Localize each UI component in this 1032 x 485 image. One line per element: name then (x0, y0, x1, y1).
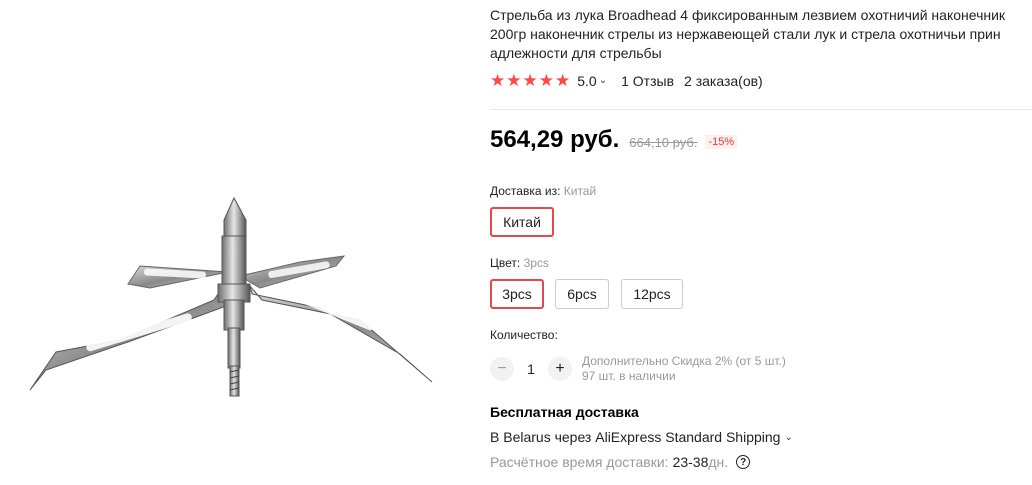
orders-count: 2 заказа(ов) (684, 72, 763, 89)
product-title: Стрельба из лука Broadhead 4 фиксированн… (490, 7, 1006, 61)
rating-value[interactable]: 5.0 (577, 73, 596, 89)
delivery-title: Бесплатная доставка (490, 404, 639, 420)
current-price: 564,29 руб. (490, 126, 620, 153)
color-label: Цвет: 3pcs (490, 256, 549, 270)
rating-row: ★ ★ ★ ★ ★ 5.0 ⌄ 1 Отзыв 2 заказа(ов) (490, 72, 763, 89)
color-title: Цвет: (490, 256, 521, 270)
delivery-method: В Belarus через AliExpress Standard Ship… (490, 429, 781, 445)
ship-from-option-china[interactable]: Китай (490, 207, 554, 237)
delivery-time-label: Расчётное время доставки: (490, 454, 669, 470)
color-value: 3pcs (523, 256, 549, 270)
quantity-stepper: − 1 + Дополнительно Скидка 2% (от 5 шт.)… (490, 354, 786, 384)
color-option-3pcs[interactable]: 3pcs (490, 279, 544, 309)
chevron-down-icon: ⌄ (784, 431, 793, 443)
delivery-method-selector[interactable]: В Belarus через AliExpress Standard Ship… (490, 429, 793, 445)
star-icon: ★ (522, 71, 538, 90)
quantity-label: Количество: (490, 328, 558, 342)
reviews-link[interactable]: 1 Отзыв (621, 73, 674, 89)
star-rating[interactable]: ★ ★ ★ ★ ★ (490, 72, 571, 89)
stock-count: 97 шт. в наличии (582, 369, 676, 383)
old-price: 664,10 руб. (629, 135, 698, 150)
delivery-time-value: 23-38 (672, 454, 709, 470)
arrowhead-illustration (29, 196, 433, 397)
star-icon: ★ (538, 71, 554, 90)
help-icon[interactable]: ? (736, 455, 751, 469)
delivery-time-unit: дн. (708, 454, 729, 470)
star-icon: ★ (555, 71, 571, 90)
color-option-12pcs[interactable]: 12pcs (621, 279, 683, 309)
discount-badge: -15% (705, 135, 738, 149)
shipping-from-label: Доставка из: Китай (490, 184, 596, 198)
bulk-discount-note: Дополнительно Скидка 2% (от 5 шт.) (582, 354, 786, 368)
increase-quantity-button[interactable]: + (548, 357, 572, 381)
quantity-info: Дополнительно Скидка 2% (от 5 шт.) 97 шт… (582, 354, 786, 384)
delivery-time: Расчётное время доставки: 23-38 дн. ? (490, 454, 751, 470)
color-option-6pcs[interactable]: 6pcs (555, 279, 609, 309)
decrease-quantity-button[interactable]: − (490, 357, 514, 381)
price-row: 564,29 руб. 664,10 руб. -15% (490, 126, 738, 154)
divider (490, 109, 1032, 110)
shipping-from-value: Китай (563, 184, 597, 198)
chevron-down-icon[interactable]: ⌄ (599, 75, 607, 86)
star-icon: ★ (506, 71, 522, 90)
quantity-value[interactable]: 1 (514, 361, 548, 377)
star-icon: ★ (490, 71, 506, 90)
product-image[interactable] (0, 0, 470, 480)
shipping-from-title: Доставка из: (490, 184, 561, 198)
